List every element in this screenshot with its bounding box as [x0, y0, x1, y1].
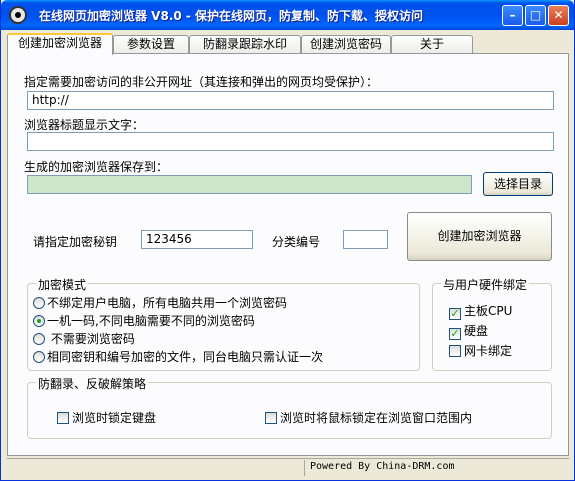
browser-title-label: 浏览器标题显示文字： — [24, 118, 145, 132]
mode-option-single-auth[interactable]: 相同密钥和编号加密的文件，同台电脑只需认证一次 — [33, 348, 323, 365]
hardware-binding-group: 与用户硬件绑定 ✓ 主板CPU ✓ 硬盘 网卡绑定 — [432, 276, 552, 371]
browser-title-input[interactable] — [27, 132, 554, 151]
tab-about[interactable]: 关于 — [391, 35, 473, 54]
checkbox-checked-icon: ✓ — [449, 327, 461, 340]
anti-record-title: 防翻录、反破解策略 — [36, 375, 149, 392]
lock-mouse-label: 浏览时将鼠标锁定在浏览窗口范围内 — [280, 411, 473, 425]
mode-option-label: 不绑定用户电脑，所有电脑共用一个浏览密码 — [47, 296, 288, 310]
radio-icon — [33, 333, 45, 345]
minimize-button[interactable]: – — [502, 5, 523, 26]
hardware-binding-title: 与用户硬件绑定 — [441, 276, 530, 293]
mode-option-label: 相同密钥和编号加密的文件，同台电脑只需认证一次 — [47, 350, 324, 364]
bind-cpu-checkbox[interactable]: ✓ 主板CPU — [449, 302, 512, 320]
lock-keyboard-label: 浏览时锁定键盘 — [72, 411, 157, 425]
category-label: 分类编号 — [272, 235, 321, 249]
mode-option-shared[interactable]: 不绑定用户电脑，所有电脑共用一个浏览密码 — [33, 294, 287, 311]
tab-create-browser[interactable]: 创建加密浏览器 — [7, 33, 113, 55]
checkbox-icon — [265, 412, 277, 424]
bind-nic-label: 网卡绑定 — [464, 344, 513, 358]
mode-option-no-password[interactable]: 不需要浏览密码 — [33, 330, 135, 347]
url-input[interactable]: http:// — [27, 91, 554, 110]
checkbox-icon — [57, 412, 69, 424]
choose-directory-button[interactable]: 选择目录 — [483, 172, 553, 196]
window-title: 在线网页加密浏览器 V8.0 - 保护在线网页，防复制、防下载、授权访问 — [39, 9, 424, 23]
app-window: 在线网页加密浏览器 V8.0 - 保护在线网页，防复制、防下载、授权访问 – □… — [0, 0, 575, 481]
bind-disk-checkbox[interactable]: ✓ 硬盘 — [449, 322, 488, 340]
radio-icon — [33, 351, 45, 363]
checkbox-icon — [449, 345, 461, 357]
category-input[interactable] — [343, 230, 388, 249]
radio-selected-icon — [33, 315, 45, 327]
close-button[interactable]: ✕ — [548, 5, 569, 26]
lock-mouse-checkbox[interactable]: 浏览时将鼠标锁定在浏览窗口范围内 — [265, 409, 472, 426]
encrypt-mode-title: 加密模式 — [36, 276, 89, 293]
status-text: Powered By China-DRM.com — [310, 461, 455, 472]
eye-icon — [9, 6, 27, 24]
save-to-label: 生成的加密浏览器保存到： — [24, 160, 169, 174]
lock-keyboard-checkbox[interactable]: 浏览时锁定键盘 — [57, 409, 156, 426]
checkbox-checked-icon: ✓ — [449, 307, 461, 320]
url-label: 指定需要加密访问的非公开网址（其连接和弹出的网页均受保护）： — [24, 75, 379, 89]
anti-record-group: 防翻录、反破解策略 浏览时锁定键盘 浏览时将鼠标锁定在浏览窗口范围内 — [27, 375, 552, 439]
tab-watermark[interactable]: 防翻录跟踪水印 — [189, 35, 301, 54]
status-bar: Powered By China-DRM.com — [7, 458, 569, 476]
tab-browse-password[interactable]: 创建浏览密码 — [301, 35, 391, 54]
title-bar[interactable]: 在线网页加密浏览器 V8.0 - 保护在线网页，防复制、防下载、授权访问 – □… — [1, 0, 574, 30]
mode-option-label: 一机一码,不同电脑需要不同的浏览密码 — [47, 314, 255, 328]
bind-cpu-label: 主板CPU — [464, 304, 513, 318]
maximize-button[interactable]: □ — [525, 5, 546, 26]
tab-parameters[interactable]: 参数设置 — [113, 35, 189, 54]
save-path-field[interactable] — [27, 175, 472, 194]
bind-disk-label: 硬盘 — [464, 324, 489, 338]
create-browser-button[interactable]: 创建加密浏览器 — [407, 212, 552, 261]
mode-option-label: 不需要浏览密码 — [47, 332, 135, 346]
bind-nic-checkbox[interactable]: 网卡绑定 — [449, 342, 512, 359]
mode-option-per-machine[interactable]: 一机一码,不同电脑需要不同的浏览密码 — [33, 312, 255, 329]
key-input[interactable]: 123456 — [141, 230, 253, 249]
status-cell-left — [7, 460, 305, 476]
radio-icon — [33, 297, 45, 309]
tab-panel: 指定需要加密访问的非公开网址（其连接和弹出的网页均受保护）： http:// 浏… — [7, 53, 569, 456]
key-label: 请指定加密秘钥 — [33, 235, 118, 249]
encrypt-mode-group: 加密模式 不绑定用户电脑，所有电脑共用一个浏览密码 一机一码,不同电脑需要不同的… — [27, 276, 420, 371]
